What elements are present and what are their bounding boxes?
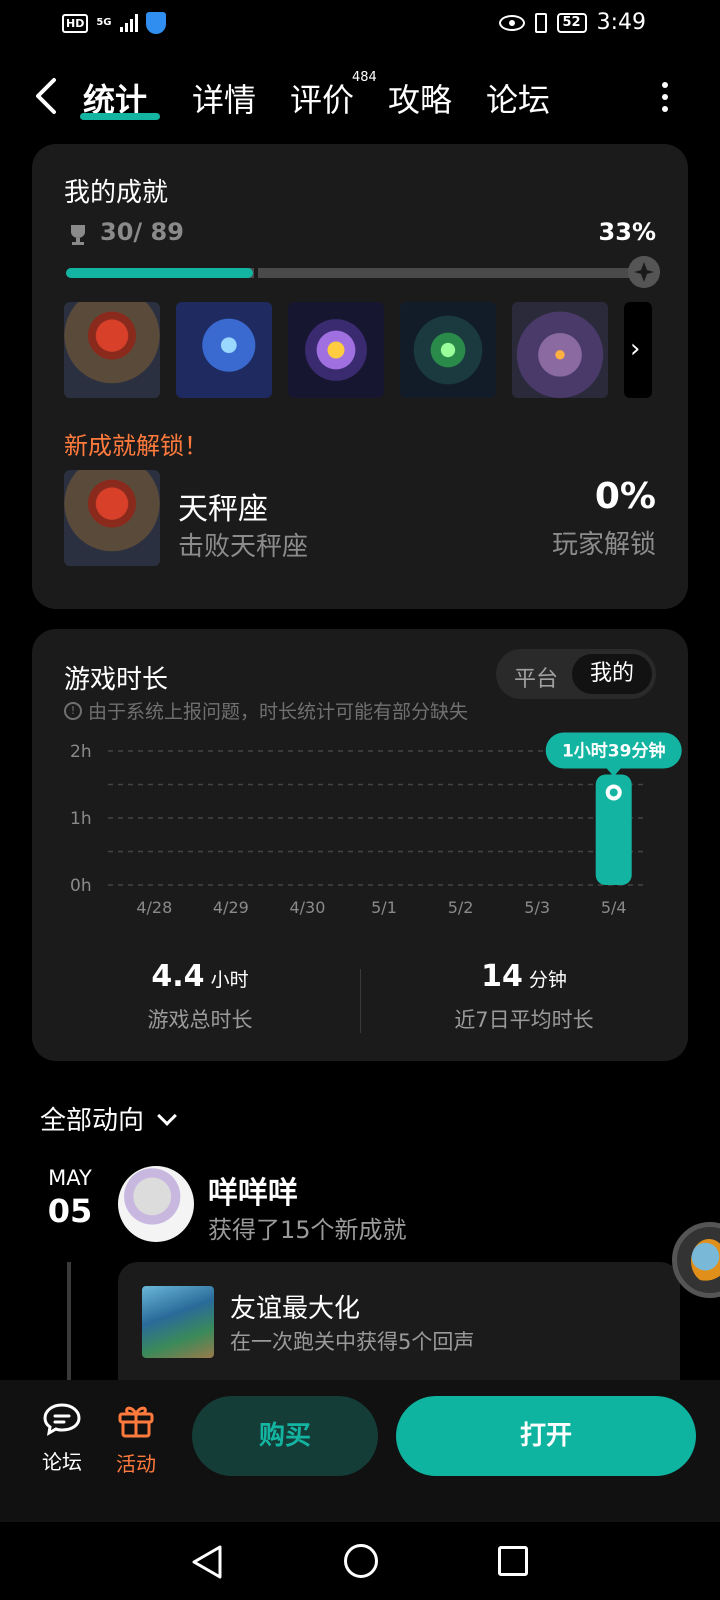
open-button[interactable]: 打开 xyxy=(396,1396,696,1476)
buy-button[interactable]: 购买 xyxy=(192,1396,378,1476)
gift-icon xyxy=(118,1406,154,1438)
back-arrow-icon[interactable] xyxy=(30,76,66,116)
reviews-count-badge: 484 xyxy=(352,70,377,85)
achievement-thumbnails: › xyxy=(64,302,652,398)
x-tick-label: 5/2 xyxy=(448,898,474,917)
tab-forum[interactable]: 论坛 xyxy=(486,75,550,121)
avatar[interactable] xyxy=(118,1166,194,1242)
feed-date-month: MAY xyxy=(48,1166,92,1190)
achievement-thumb[interactable] xyxy=(176,302,272,398)
clock: 3:49 xyxy=(596,10,646,35)
feed-filter-label: 全部动向 xyxy=(40,1106,145,1136)
system-recents-icon[interactable] xyxy=(498,1546,528,1576)
vibrate-icon xyxy=(534,12,547,33)
y-tick-label: 1h xyxy=(70,809,92,829)
playtime-note-text: 由于系统上报问题，时长统计可能有部分缺失 xyxy=(88,701,469,723)
forum-button[interactable]: 论坛 xyxy=(40,1402,84,1475)
bottom-action-bar: 论坛 活动 购买 打开 xyxy=(0,1380,720,1522)
progress-end-icon xyxy=(628,256,660,288)
progress-fill xyxy=(66,268,253,278)
timeline-line xyxy=(67,1262,71,1382)
achievement-thumb[interactable] xyxy=(512,302,608,398)
unlocked-achievement-desc: 击败天秤座 xyxy=(178,532,309,562)
total-playtime-label: 游戏总时长 xyxy=(147,1008,253,1032)
activity-label: 活动 xyxy=(116,1452,156,1476)
bar-annotation: 1小时39分钟 xyxy=(562,740,666,761)
achievement-thumb[interactable] xyxy=(288,302,384,398)
toggle-platform[interactable]: 平台 xyxy=(514,661,558,693)
achievements-title: 我的成就 xyxy=(64,178,169,208)
feed-date-day: 05 xyxy=(47,1192,93,1230)
feed-achievement-desc: 在一次跑关中获得5个回声 xyxy=(230,1330,475,1354)
battery-icon: 52 xyxy=(556,12,587,33)
average-playtime-label: 近7日平均时长 xyxy=(454,1008,594,1032)
chevron-down-icon xyxy=(157,1105,177,1126)
y-tick-label: 0h xyxy=(70,876,92,896)
achievement-thumb[interactable] xyxy=(400,302,496,398)
forum-icon xyxy=(43,1403,81,1436)
achievement-count: 30/ 89 xyxy=(100,218,184,246)
x-tick-label: 5/1 xyxy=(371,898,397,917)
signal-icon xyxy=(119,14,138,32)
achievement-thumb[interactable] xyxy=(64,302,160,398)
activity-button[interactable]: 活动 xyxy=(114,1402,158,1477)
total-playtime: 4.4 小时 游戏总时长 xyxy=(40,959,360,1034)
stat-divider xyxy=(360,969,361,1033)
forum-label: 论坛 xyxy=(42,1450,82,1474)
system-back-icon[interactable] xyxy=(190,1544,224,1580)
new-unlock-label: 新成就解锁！ xyxy=(64,432,208,460)
info-icon: ! xyxy=(64,701,82,720)
active-tab-indicator xyxy=(80,113,160,120)
more-options-icon[interactable] xyxy=(662,82,670,112)
tab-reviews[interactable]: 评价 xyxy=(290,75,354,121)
x-tick-label: 4/28 xyxy=(136,898,172,917)
x-tick-label: 4/30 xyxy=(289,898,325,917)
achievement-percent: 33% xyxy=(598,218,656,246)
average-playtime-value: 14 xyxy=(481,959,523,994)
system-home-icon[interactable] xyxy=(344,1544,378,1578)
total-playtime-value: 4.4 xyxy=(151,959,205,994)
x-tick-label: 4/29 xyxy=(213,898,249,917)
feed-achievement-image xyxy=(142,1286,214,1358)
status-bar: HD 5G 52 3:49 xyxy=(0,0,720,48)
playtime-chart: 0h 1h 2h 4/28 4/29 4/30 5/1 5/2 5/3 5/4 1小时39分钟 xyxy=(70,732,682,917)
hd-icon: HD xyxy=(62,13,89,33)
achievement-progress-bar xyxy=(66,267,646,279)
system-navigation-bar xyxy=(0,1522,720,1600)
unlocked-achievement-image xyxy=(64,470,160,566)
feed-achievement-title: 友谊最大化 xyxy=(230,1294,361,1324)
signal-label: 5G xyxy=(96,17,112,28)
feed-filter-dropdown[interactable]: 全部动向 xyxy=(40,1100,177,1137)
playtime-toggle: 平台 我的 xyxy=(496,649,656,699)
achievements-card[interactable]: 我的成就 30/ 89 33% › 新成就解锁！ 天秤座 击败天秤座 0% 玩家… xyxy=(32,144,688,609)
chevron-right-icon: › xyxy=(630,334,641,364)
playtime-title: 游戏时长 xyxy=(64,665,169,695)
eye-comfort-icon xyxy=(498,14,525,31)
average-playtime-unit: 分钟 xyxy=(528,969,567,991)
playtime-note: ! 由于系统上报问题，时长统计可能有部分缺失 xyxy=(64,697,468,724)
more-achievements-button[interactable]: › xyxy=(624,302,652,398)
shield-icon xyxy=(145,12,166,34)
unlocked-achievement-name: 天秤座 xyxy=(178,492,268,527)
x-tick-label: 5/4 xyxy=(601,898,627,917)
unlock-rate-label: 玩家解锁 xyxy=(551,530,656,560)
unlock-rate: 0% xyxy=(594,476,656,517)
average-playtime: 14 分钟 近7日平均时长 xyxy=(364,959,684,1034)
tab-guides[interactable]: 攻略 xyxy=(388,75,452,121)
y-tick-label: 2h xyxy=(70,742,92,762)
total-playtime-unit: 小时 xyxy=(210,969,249,991)
toggle-mine[interactable]: 我的 xyxy=(572,654,652,694)
playtime-card: 游戏时长 ! 由于系统上报问题，时长统计可能有部分缺失 平台 我的 0h 1h 2h… xyxy=(32,629,688,1061)
trophy-icon xyxy=(71,225,85,245)
bar-marker-dot xyxy=(609,788,618,797)
feed-username[interactable]: 咩咩咩 xyxy=(208,1168,298,1212)
x-tick-label: 5/3 xyxy=(524,898,550,917)
feed-description: 获得了15个新成就 xyxy=(208,1216,407,1244)
tab-details[interactable]: 详情 xyxy=(192,75,256,121)
